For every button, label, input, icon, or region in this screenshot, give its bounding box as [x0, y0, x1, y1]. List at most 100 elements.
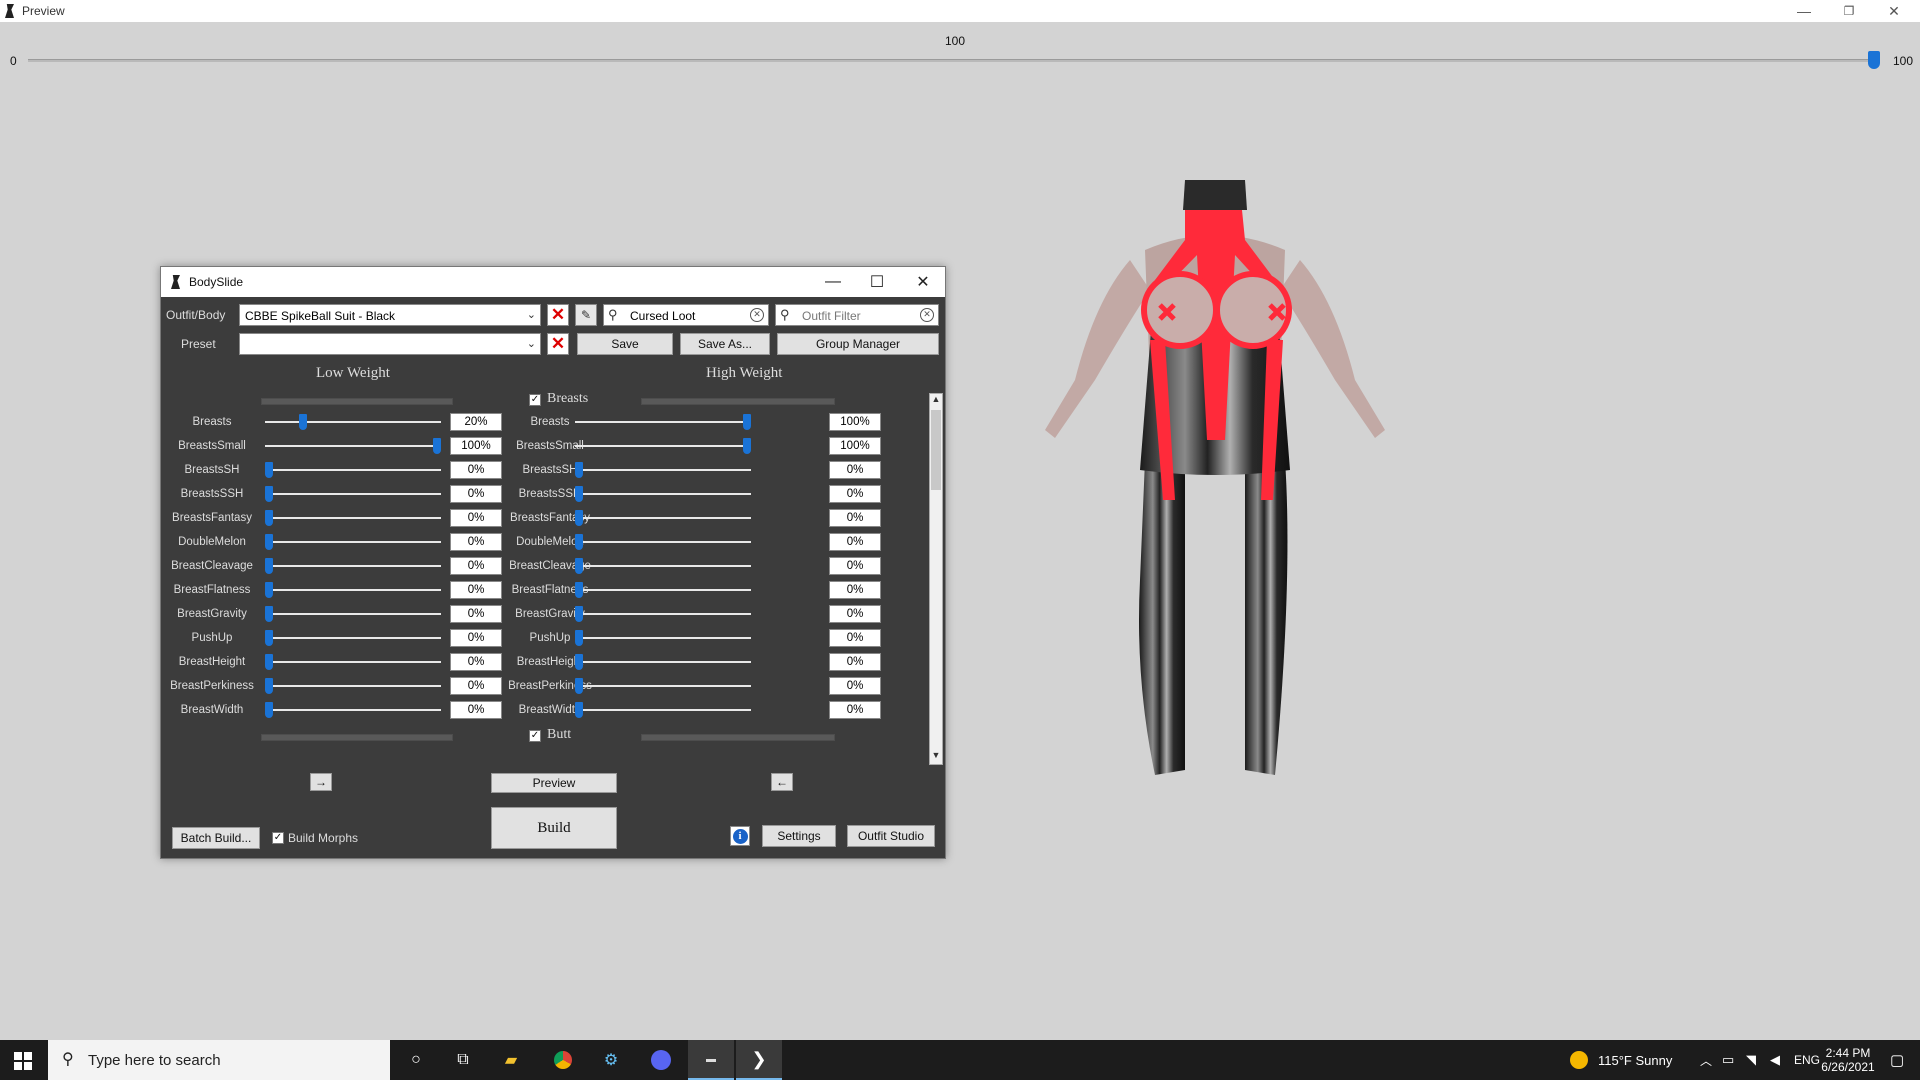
file-explorer-icon[interactable]: ▰: [488, 1040, 534, 1080]
low-slider-thumb[interactable]: [265, 558, 273, 574]
scroll-up-icon[interactable]: ▲: [930, 394, 942, 408]
high-slider-thumb[interactable]: [743, 414, 751, 430]
low-slider-value[interactable]: 0%: [450, 509, 502, 527]
weather-widget[interactable]: 115°F Sunny: [1570, 1040, 1672, 1080]
scrollbar-thumb[interactable]: [931, 410, 941, 490]
high-slider-value[interactable]: 0%: [829, 485, 881, 503]
steam-icon[interactable]: ⚙: [588, 1040, 634, 1080]
save-button[interactable]: Save: [577, 333, 673, 355]
copy-low-to-high-button[interactable]: →: [310, 773, 332, 791]
high-slider-thumb[interactable]: [575, 654, 583, 670]
outfit-filter-input[interactable]: ⚲ Outfit Filter ✕: [775, 304, 939, 326]
low-slider-track[interactable]: [265, 445, 441, 447]
low-slider-thumb[interactable]: [265, 534, 273, 550]
high-slider-thumb[interactable]: [575, 510, 583, 526]
low-slider-track[interactable]: [265, 589, 441, 591]
low-slider-value[interactable]: 0%: [450, 581, 502, 599]
pin-outfit-icon[interactable]: ✎: [575, 304, 597, 326]
chrome-icon[interactable]: [540, 1040, 586, 1080]
slider-list-scrollbar[interactable]: ▲ ▼: [929, 393, 943, 765]
high-slider-value[interactable]: 100%: [829, 437, 881, 455]
low-slider-track[interactable]: [265, 685, 441, 687]
low-slider-track[interactable]: [265, 493, 441, 495]
high-slider-value[interactable]: 0%: [829, 533, 881, 551]
notifications-icon[interactable]: ▢: [1890, 1040, 1904, 1080]
low-slider-track[interactable]: [265, 613, 441, 615]
bodyslide-maximize-button[interactable]: ☐: [855, 267, 899, 297]
high-slider-track[interactable]: [575, 445, 751, 447]
high-slider-track[interactable]: [575, 685, 751, 687]
group-checkbox[interactable]: ✓: [529, 730, 541, 742]
low-slider-track[interactable]: [265, 709, 441, 711]
slider-group-header[interactable]: ✓ Butt: [167, 723, 927, 747]
low-slider-value[interactable]: 0%: [450, 653, 502, 671]
low-slider-thumb[interactable]: [298, 414, 307, 430]
high-slider-thumb[interactable]: [575, 702, 583, 718]
high-slider-value[interactable]: 0%: [829, 605, 881, 623]
preview-restore-button[interactable]: ❐: [1829, 0, 1869, 22]
high-slider-value[interactable]: 0%: [829, 581, 881, 599]
discord-icon[interactable]: [638, 1040, 684, 1080]
high-slider-track[interactable]: [575, 541, 751, 543]
high-slider-track[interactable]: [575, 709, 751, 711]
low-slider-thumb[interactable]: [265, 486, 273, 502]
preview-button[interactable]: Preview: [491, 773, 617, 793]
low-slider-track[interactable]: [265, 541, 441, 543]
windows-start-icon[interactable]: [14, 1052, 32, 1070]
low-slider-value[interactable]: 0%: [450, 605, 502, 623]
high-slider-track[interactable]: [575, 661, 751, 663]
high-slider-track[interactable]: [575, 469, 751, 471]
copy-high-to-low-button[interactable]: ←: [771, 773, 793, 791]
battery-icon[interactable]: ▭: [1722, 1040, 1734, 1080]
bodyslide-taskbar-icon[interactable]: ❯: [736, 1040, 782, 1080]
high-slider-thumb[interactable]: [743, 438, 751, 454]
high-slider-track[interactable]: [575, 613, 751, 615]
low-slider-value[interactable]: 0%: [450, 557, 502, 575]
low-slider-thumb[interactable]: [265, 462, 273, 478]
settings-button[interactable]: Settings: [762, 825, 836, 847]
high-slider-thumb[interactable]: [575, 462, 583, 478]
preview-minimize-button[interactable]: —: [1784, 0, 1824, 22]
preset-combo[interactable]: ⌄: [239, 333, 541, 355]
high-slider-value[interactable]: 0%: [829, 557, 881, 575]
high-slider-thumb[interactable]: [575, 558, 583, 574]
low-slider-thumb[interactable]: [265, 606, 273, 622]
clear-group-filter-icon[interactable]: ✕: [750, 308, 764, 322]
preview-close-button[interactable]: ✕: [1874, 0, 1914, 22]
low-slider-track[interactable]: [265, 661, 441, 663]
build-morphs-checkbox[interactable]: ✓: [272, 832, 284, 844]
high-slider-track[interactable]: [575, 517, 751, 519]
low-slider-track[interactable]: [265, 421, 441, 423]
high-slider-thumb[interactable]: [575, 630, 583, 646]
group-filter-input[interactable]: ⚲ Cursed Loot ✕: [603, 304, 769, 326]
scroll-down-icon[interactable]: ▼: [930, 750, 942, 764]
low-slider-thumb[interactable]: [265, 630, 273, 646]
info-button[interactable]: i: [730, 826, 750, 846]
high-slider-value[interactable]: 0%: [829, 629, 881, 647]
high-slider-thumb[interactable]: [575, 678, 583, 694]
body-preview-model[interactable]: [1035, 180, 1395, 780]
high-slider-thumb[interactable]: [575, 534, 583, 550]
low-slider-track[interactable]: [265, 469, 441, 471]
low-slider-thumb[interactable]: [265, 582, 273, 598]
network-icon[interactable]: ◥: [1746, 1040, 1756, 1080]
low-slider-thumb[interactable]: [433, 438, 441, 454]
high-slider-value[interactable]: 0%: [829, 653, 881, 671]
high-slider-track[interactable]: [575, 637, 751, 639]
high-slider-track[interactable]: [575, 589, 751, 591]
high-slider-thumb[interactable]: [575, 486, 583, 502]
low-slider-value[interactable]: 20%: [450, 413, 502, 431]
high-slider-track[interactable]: [575, 493, 751, 495]
high-slider-value[interactable]: 0%: [829, 677, 881, 695]
volume-icon[interactable]: ◀: [1770, 1040, 1780, 1080]
low-slider-track[interactable]: [265, 637, 441, 639]
group-manager-button[interactable]: Group Manager: [777, 333, 939, 355]
high-slider-value[interactable]: 0%: [829, 701, 881, 719]
low-slider-value[interactable]: 0%: [450, 533, 502, 551]
outfit-studio-button[interactable]: Outfit Studio: [847, 825, 935, 847]
slider-group-header[interactable]: ✓ Breasts: [167, 387, 927, 411]
low-slider-thumb[interactable]: [265, 678, 273, 694]
mod-manager-icon[interactable]: ▬: [688, 1040, 734, 1080]
zoom-slider-track[interactable]: [28, 59, 1878, 62]
low-slider-track[interactable]: [265, 565, 441, 567]
